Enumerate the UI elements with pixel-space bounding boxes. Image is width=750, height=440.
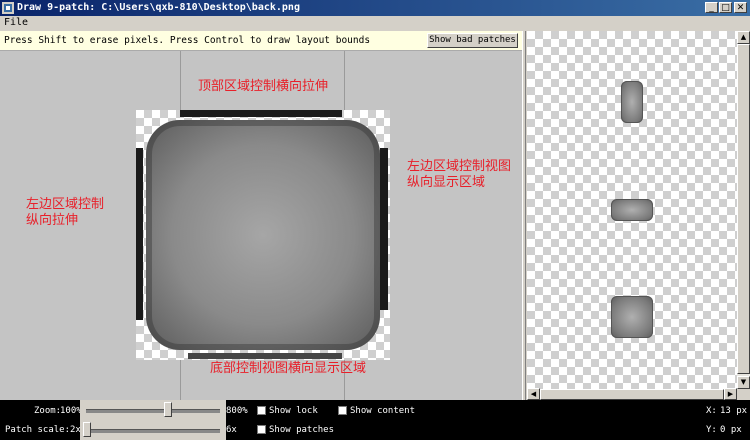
bottom-content-marker[interactable] xyxy=(188,353,342,359)
vertical-scroll-thumb[interactable] xyxy=(737,44,750,374)
horizontal-scrollbar[interactable]: ◀ ▶ xyxy=(527,388,737,400)
x-coord-label: X: xyxy=(706,406,717,416)
annotation-left-line1: 左边区域控制 xyxy=(26,197,105,212)
window-title: Draw 9-patch: C:\Users\qxb-810\Desktop\b… xyxy=(17,2,300,13)
scroll-left-icon[interactable]: ◀ xyxy=(527,388,540,400)
zoom-max-label: 800% xyxy=(226,406,248,416)
y-coord-value: 0 px xyxy=(720,425,742,435)
show-lock-checkbox[interactable] xyxy=(257,406,266,415)
annotation-left-line2: 纵向拉伸 xyxy=(26,213,79,228)
minimize-icon: _ xyxy=(709,3,714,13)
preview-both-stretch xyxy=(611,296,653,338)
patch-scale-max-label: 6x xyxy=(226,425,237,435)
show-patches-label: Show patches xyxy=(269,425,335,435)
preview-pane xyxy=(527,31,737,389)
annotation-right-line1: 左边区域控制视图 xyxy=(407,159,512,174)
patch-scale-slider[interactable] xyxy=(80,420,226,440)
zoom-slider-knob[interactable] xyxy=(164,402,172,417)
close-button[interactable]: ✕ xyxy=(734,2,747,13)
close-icon: ✕ xyxy=(736,3,745,13)
patch-scale-slider-knob[interactable] xyxy=(83,422,91,437)
zoom-label: Zoom: xyxy=(34,406,62,416)
title-bar: Draw 9-patch: C:\Users\qxb-810\Desktop\b… xyxy=(0,0,750,16)
show-content-label: Show content xyxy=(350,406,416,416)
nine-patch-image[interactable] xyxy=(136,110,390,360)
menu-file[interactable]: File xyxy=(4,17,28,28)
annotation-bottom: 底部控制视图横向显示区域 xyxy=(210,361,367,376)
editor-canvas[interactable]: 顶部区域控制横向拉伸 左边区域控制 纵向拉伸 左边区域控制视图 纵向显示区域 底… xyxy=(0,51,522,400)
maximize-icon: □ xyxy=(721,3,730,13)
hint-text: Press Shift to erase pixels. Press Contr… xyxy=(4,35,371,46)
patch-body xyxy=(146,120,380,350)
split-divider[interactable] xyxy=(522,31,526,400)
scroll-corner xyxy=(737,389,750,400)
top-stretch-marker[interactable] xyxy=(180,110,342,117)
zoom-track xyxy=(86,409,220,413)
menu-bar: File xyxy=(0,16,750,30)
status-footer: Zoom: 100% 800% Show lock Show content X… xyxy=(0,400,750,440)
x-coord-value: 13 px xyxy=(720,406,748,416)
scroll-right-icon[interactable]: ▶ xyxy=(724,388,737,400)
preview-vertical-stretch xyxy=(621,81,643,123)
annotation-right-line2: 纵向显示区域 xyxy=(407,175,486,190)
show-patches-checkbox[interactable] xyxy=(257,425,266,434)
left-stretch-marker[interactable] xyxy=(136,148,143,320)
minimize-button[interactable]: _ xyxy=(705,2,718,13)
show-bad-patches-button[interactable]: Show bad patches xyxy=(427,33,518,48)
zoom-min-label: 100% xyxy=(60,406,82,416)
scroll-up-icon[interactable]: ▲ xyxy=(737,31,750,44)
annotation-top: 顶部区域控制横向拉伸 xyxy=(198,79,329,94)
maximize-button[interactable]: □ xyxy=(719,2,732,13)
vertical-scrollbar[interactable]: ▲ ▼ xyxy=(737,31,750,389)
show-lock-label: Show lock xyxy=(269,406,318,416)
scroll-down-icon[interactable]: ▼ xyxy=(737,376,750,389)
horizontal-scroll-thumb[interactable] xyxy=(540,389,724,400)
zoom-slider[interactable] xyxy=(80,400,226,420)
y-coord-label: Y: xyxy=(706,425,717,435)
show-content-checkbox[interactable] xyxy=(338,406,347,415)
app-icon xyxy=(2,2,14,14)
patch-scale-track xyxy=(86,429,220,433)
right-content-marker[interactable] xyxy=(380,148,388,310)
patch-scale-label: Patch scale: xyxy=(5,425,71,435)
preview-horizontal-stretch xyxy=(611,199,653,221)
